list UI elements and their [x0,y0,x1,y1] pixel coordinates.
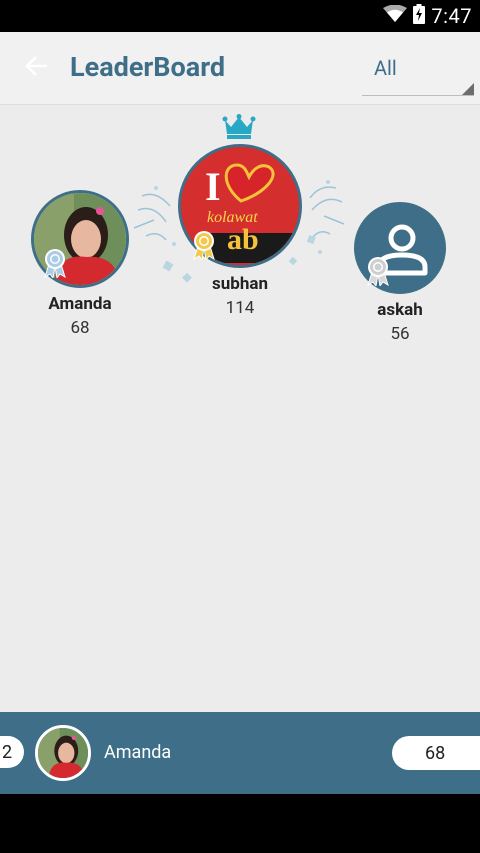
player-name: Amanda [48,294,112,314]
filter-value: All [374,56,397,80]
arrow-left-icon [25,56,48,80]
page-title: LeaderBoard [70,51,226,83]
status-time: 7:47 [431,4,472,28]
rank-badge: 2 [0,736,24,768]
player-name: subhan [212,274,268,294]
avatar-text-ab: ab [227,223,259,256]
filter-dropdown[interactable]: All [362,46,476,98]
dropdown-arrow-icon [462,83,474,95]
navigation-bar [0,794,480,853]
battery-icon [413,4,426,28]
podium: I kolawat ab subhan 114 Amanda 68 askah … [0,104,480,364]
third-place-player[interactable]: askah 56 [354,202,446,344]
first-place-player[interactable]: I kolawat ab subhan 114 [178,144,302,318]
back-button[interactable] [18,50,54,86]
avatar-text-i: I [205,164,221,209]
player-score: 56 [390,324,410,344]
current-user-name: Amanda [104,742,172,763]
status-bar: 7:47 [0,0,480,32]
bronze-medal-icon [364,256,392,288]
player-score: 114 [225,298,255,318]
current-user-score: 68 [392,736,480,770]
toolbar: LeaderBoard All [0,32,480,105]
avatar [35,725,91,781]
current-user-bar[interactable]: 2 Amanda 68 [0,712,480,794]
crown-icon [222,114,256,140]
wifi-icon [383,4,408,27]
silver-medal-icon [41,248,69,280]
dropdown-underline [362,95,474,96]
gold-medal-icon [190,230,218,262]
second-place-player[interactable]: Amanda 68 [31,190,129,338]
player-score: 68 [70,318,90,338]
status-icons: 7:47 [383,4,472,28]
player-name: askah [377,300,423,320]
